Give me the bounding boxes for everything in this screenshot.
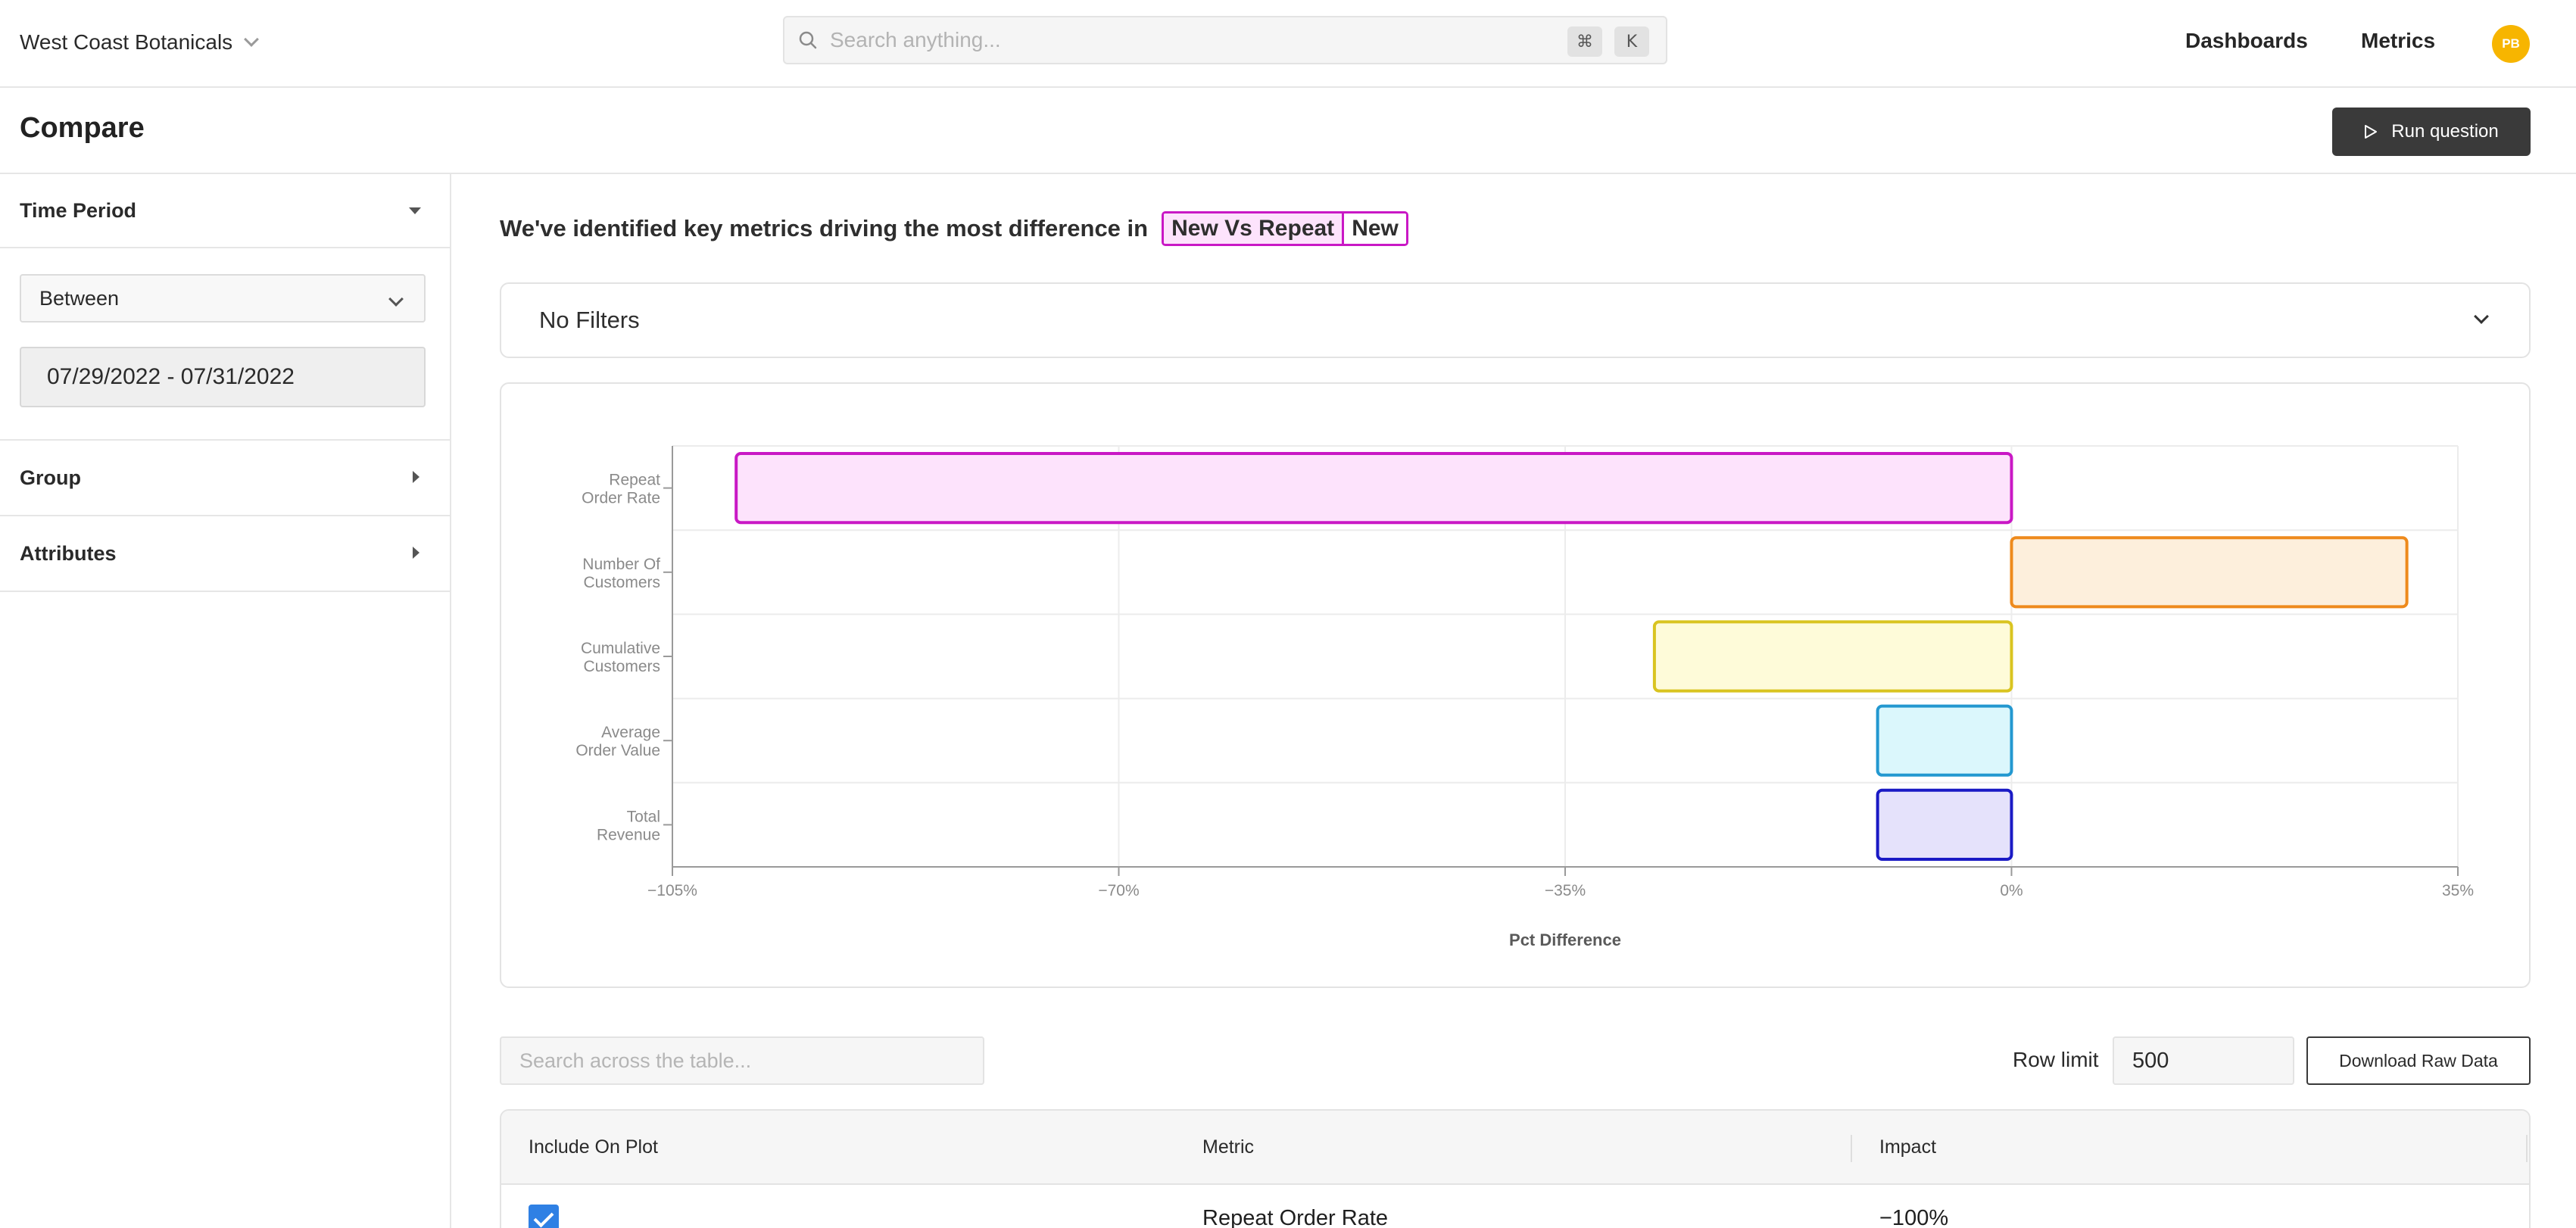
y-tick-label: Number Of Customers bbox=[582, 556, 660, 591]
top-bar: West Coast Botanicals ⌘ K Dashboards Met… bbox=[0, 0, 2576, 88]
k-key-badge: K bbox=[1614, 26, 1649, 57]
run-question-label: Run question bbox=[2391, 121, 2499, 142]
comparison-value-label: New bbox=[1344, 213, 1406, 244]
include-on-plot-checkbox[interactable] bbox=[529, 1205, 559, 1228]
attributes-section: Attributes bbox=[0, 516, 450, 592]
metric-cell: Repeat Order Rate bbox=[1202, 1206, 1389, 1228]
impact-cell: −100% bbox=[1879, 1206, 1949, 1228]
comparison-pill[interactable]: New Vs Repeat New bbox=[1162, 211, 1408, 246]
headline-text: We've identified key metrics driving the… bbox=[500, 215, 1149, 242]
column-divider[interactable] bbox=[1851, 1135, 1852, 1162]
filters-dropdown[interactable]: No Filters bbox=[500, 282, 2531, 358]
chart-bar bbox=[1652, 620, 2013, 693]
table-search-input[interactable] bbox=[500, 1036, 984, 1085]
column-divider[interactable] bbox=[2526, 1135, 2528, 1162]
metrics-table: Include On Plot Metric Impact Repeat Ord… bbox=[500, 1109, 2531, 1228]
page-title: Compare bbox=[20, 112, 145, 144]
group-header[interactable]: Group bbox=[0, 441, 450, 515]
time-period-header[interactable]: Time Period bbox=[0, 174, 450, 248]
x-tick-label: 0% bbox=[2000, 882, 2022, 899]
attributes-header[interactable]: Attributes bbox=[0, 516, 450, 591]
sidebar: Time Period Between Group Attributes bbox=[0, 174, 451, 1228]
download-raw-data-button[interactable]: Download Raw Data bbox=[2306, 1036, 2531, 1085]
time-mode-value: Between bbox=[39, 286, 120, 310]
org-switcher[interactable]: West Coast Botanicals bbox=[20, 27, 260, 58]
chart-bar bbox=[734, 452, 2013, 525]
chevron-down-icon bbox=[2474, 309, 2489, 324]
time-period-section: Time Period Between bbox=[0, 174, 450, 441]
x-tick-label: 35% bbox=[2442, 882, 2474, 899]
x-tick-label: −35% bbox=[1545, 882, 1586, 899]
caret-down-icon bbox=[409, 207, 421, 214]
y-tick-label: Repeat Order Rate bbox=[582, 472, 660, 507]
nav-dashboards[interactable]: Dashboards bbox=[2185, 29, 2308, 53]
pct-difference-chart: −105% −70% −35% 0% 35% Repeat Order Rate Number… bbox=[575, 445, 2474, 949]
filters-label: No Filters bbox=[539, 307, 640, 333]
chart-bar bbox=[1876, 704, 2013, 777]
caret-right-icon bbox=[413, 547, 419, 559]
org-name: West Coast Botanicals bbox=[20, 30, 233, 54]
search-icon bbox=[799, 31, 817, 49]
x-axis-title: Pct Difference bbox=[1509, 930, 1621, 949]
play-icon bbox=[2365, 125, 2378, 139]
comparison-group-label: New Vs Repeat bbox=[1164, 213, 1345, 244]
time-period-label: Time Period bbox=[20, 198, 137, 222]
date-range-input[interactable] bbox=[20, 347, 426, 407]
chart-bar bbox=[2010, 536, 2409, 609]
group-label: Group bbox=[20, 466, 81, 489]
attributes-label: Attributes bbox=[20, 541, 117, 565]
chevron-down-icon bbox=[388, 291, 404, 307]
chevron-down-icon bbox=[244, 32, 260, 47]
chart-card: −105% −70% −35% 0% 35% Repeat Order Rate Number… bbox=[500, 382, 2531, 988]
row-limit-label: Row limit bbox=[2013, 1048, 2099, 1071]
global-search[interactable]: ⌘ K bbox=[783, 16, 1667, 64]
page-header: Compare Run question bbox=[0, 88, 2576, 174]
group-section: Group bbox=[0, 441, 450, 516]
caret-right-icon bbox=[413, 471, 419, 483]
x-tick-label: −70% bbox=[1098, 882, 1139, 899]
column-header-metric[interactable]: Metric bbox=[1202, 1136, 1254, 1158]
search-input[interactable] bbox=[830, 28, 1511, 52]
y-tick-label: Total Revenue bbox=[597, 808, 660, 843]
column-header-impact[interactable]: Impact bbox=[1879, 1136, 1936, 1158]
command-key-badge: ⌘ bbox=[1567, 26, 1602, 57]
y-tick-label: Cumulative Customers bbox=[581, 640, 660, 675]
y-tick-label: Average Order Value bbox=[575, 724, 660, 759]
avatar[interactable]: PB bbox=[2492, 25, 2530, 63]
column-header-include[interactable]: Include On Plot bbox=[529, 1136, 658, 1158]
nav-metrics[interactable]: Metrics bbox=[2361, 29, 2435, 53]
insight-headline: We've identified key metrics driving the… bbox=[500, 210, 1408, 247]
x-tick-label: −105% bbox=[647, 882, 697, 899]
chart-bar bbox=[1876, 788, 2013, 861]
row-limit-input[interactable] bbox=[2113, 1036, 2294, 1085]
run-question-button[interactable]: Run question bbox=[2332, 108, 2531, 156]
time-mode-select[interactable]: Between bbox=[20, 274, 426, 323]
table-header: Include On Plot Metric Impact bbox=[501, 1111, 2529, 1185]
